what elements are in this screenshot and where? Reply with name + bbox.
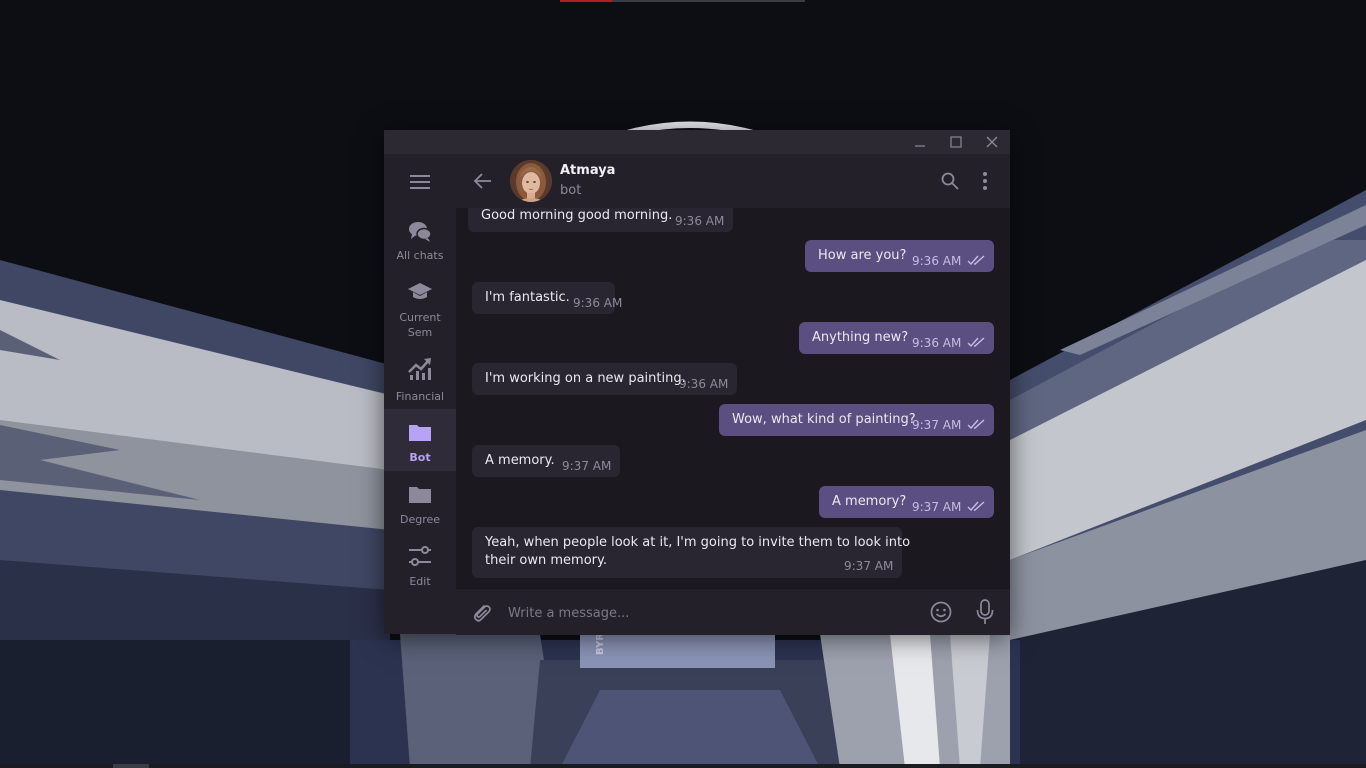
message-text: How are you? — [818, 248, 907, 263]
maximize-icon — [950, 136, 962, 148]
sidebar-item-label: Current Sem — [399, 311, 441, 339]
trending-up-icon — [408, 358, 431, 380]
message-time: 9:36 AM — [675, 214, 725, 228]
message-input[interactable] — [506, 601, 920, 625]
message-text-line2: their own memory. — [485, 553, 607, 568]
sidebar-item-current-sem[interactable]: Current Sem — [384, 272, 456, 339]
contact-status: bot — [560, 183, 582, 198]
message-outgoing[interactable]: How are you? 9:36 AM — [805, 240, 994, 272]
menu-icon[interactable] — [410, 174, 430, 190]
message-text: A memory? — [832, 494, 907, 509]
emoji-icon[interactable] — [930, 601, 952, 623]
sidebar-item-label: Bot — [409, 451, 431, 464]
folders-sidebar: All chats Current Sem Financial Bot Degr… — [384, 154, 456, 634]
message-time: 9:36 AM — [573, 296, 623, 310]
attach-paperclip-icon[interactable] — [470, 601, 492, 623]
graduation-cap-icon — [408, 283, 432, 299]
close-icon — [986, 136, 998, 148]
sliders-icon — [409, 546, 431, 566]
double-check-icon — [967, 337, 985, 348]
message-text: A memory. — [485, 453, 555, 468]
sidebar-item-financial[interactable]: Financial — [384, 349, 456, 411]
double-check-icon — [967, 501, 985, 512]
minimize-button[interactable] — [902, 130, 938, 154]
message-incoming[interactable]: Yeah, when people look at it, I'm going … — [472, 527, 910, 578]
message-time: 9:36 AM — [912, 336, 962, 350]
avatar[interactable] — [510, 160, 552, 202]
message-time: 9:36 AM — [912, 254, 962, 268]
message-composer — [456, 588, 1010, 635]
message-incoming[interactable]: I'm fantastic. 9:36 AM — [472, 282, 622, 314]
message-outgoing[interactable]: Anything new? 9:36 AM — [799, 322, 994, 354]
message-time: 9:36 AM — [679, 377, 729, 391]
message-time: 9:37 AM — [912, 418, 962, 432]
wallpaper-text: BYR — [595, 633, 606, 655]
message-text: I'm fantastic. — [485, 290, 570, 305]
message-text: Wow, what kind of painting? — [732, 412, 916, 427]
message-time: 9:37 AM — [562, 459, 612, 473]
sidebar-item-bot[interactable]: Bot — [384, 409, 456, 471]
message-outgoing[interactable]: Wow, what kind of painting? 9:37 AM — [719, 404, 994, 436]
message-incoming[interactable]: Good morning good morning. 9:36 AM — [468, 208, 733, 232]
sidebar-item-edit[interactable]: Edit — [384, 533, 456, 595]
sidebar-item-degree[interactable]: Degree — [384, 471, 456, 533]
double-check-icon — [967, 255, 985, 266]
message-incoming[interactable]: I'm working on a new painting. 9:36 AM — [472, 363, 737, 395]
sidebar-item-label: Financial — [395, 390, 445, 403]
back-arrow-icon[interactable] — [473, 171, 493, 191]
folder-icon — [409, 425, 431, 441]
chat-header: Atmaya bot — [456, 154, 1010, 208]
maximize-button[interactable] — [938, 130, 974, 154]
contact-name[interactable]: Atmaya — [560, 163, 615, 178]
message-text: Anything new? — [812, 330, 909, 345]
close-button[interactable] — [974, 130, 1010, 154]
message-list[interactable]: Good morning good morning. 9:36 AM How a… — [456, 208, 1010, 588]
sidebar-item-label: Edit — [409, 575, 431, 588]
chat-bubbles-icon — [409, 222, 432, 242]
folder-icon — [409, 487, 431, 503]
message-incoming[interactable]: A memory. 9:37 AM — [472, 445, 620, 477]
message-time: 9:37 AM — [912, 500, 962, 514]
avatar-image — [510, 160, 552, 202]
message-text: I'm working on a new painting. — [485, 371, 686, 386]
title-bar[interactable] — [384, 130, 1010, 154]
minimize-icon — [915, 145, 925, 147]
search-icon[interactable] — [941, 172, 959, 190]
message-text: Good morning good morning. — [481, 208, 673, 223]
more-vertical-icon[interactable] — [982, 171, 988, 191]
double-check-icon — [967, 419, 985, 430]
message-text: Yeah, when people look at it, I'm going … — [485, 535, 911, 550]
sidebar-item-label: Degree — [399, 513, 441, 526]
sidebar-item-label: All chats — [396, 249, 444, 262]
message-outgoing[interactable]: A memory? 9:37 AM — [819, 486, 994, 518]
sidebar-item-all-chats[interactable]: All chats — [384, 210, 456, 272]
telegram-window: All chats Current Sem Financial Bot Degr… — [384, 130, 1010, 635]
message-time: 9:37 AM — [844, 559, 894, 573]
microphone-icon[interactable] — [976, 599, 994, 625]
